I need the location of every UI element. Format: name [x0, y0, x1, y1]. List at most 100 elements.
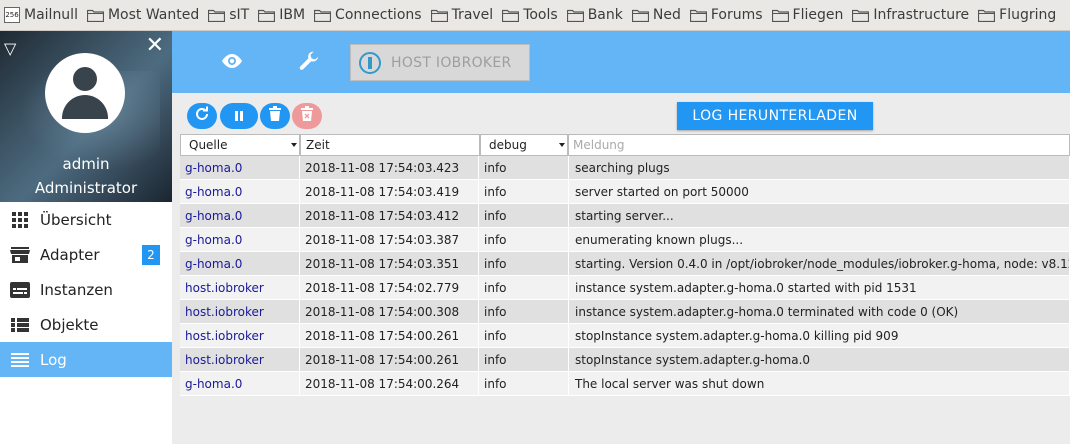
avatar — [45, 53, 125, 133]
message-filter-placeholder: Meldung — [573, 138, 625, 152]
sidebar-item-instances[interactable]: Instanzen — [0, 272, 172, 307]
time-filter-input[interactable]: Zeit — [300, 134, 480, 156]
user-name: admin — [62, 155, 110, 173]
row-source: g-homa.0 — [180, 372, 300, 396]
folder-icon — [314, 9, 332, 22]
trash-forever-icon — [300, 106, 314, 126]
row-source: host.iobroker — [180, 276, 300, 300]
row-message: instance system.adapter.g-homa.0 termina… — [569, 300, 1070, 324]
eye-icon[interactable] — [220, 53, 244, 73]
folder-icon — [631, 9, 649, 22]
table-row: g-homa.0 2018-11-08 17:54:00.264 info Th… — [180, 372, 1070, 396]
row-time: 2018-11-08 17:54:03.351 — [300, 252, 479, 276]
host-label: HOST IOBROKER — [391, 54, 512, 71]
row-message: stopInstance system.adapter.g-homa.0 kil… — [569, 324, 1070, 348]
avatar-body — [62, 95, 108, 119]
instances-icon — [10, 280, 30, 300]
sidebar-item-overview[interactable]: Übersicht — [0, 202, 172, 237]
user-role: Administrator — [34, 179, 138, 197]
row-severity: info — [479, 252, 569, 276]
close-icon[interactable]: ✕ — [146, 35, 164, 57]
adapter-count-badge: 2 — [142, 245, 160, 265]
table-header: Quelle Zeit debug Meldung — [180, 134, 1070, 156]
row-severity: info — [479, 204, 569, 228]
wrench-icon[interactable] — [297, 50, 321, 78]
bookmark-folder[interactable]: Ned — [631, 7, 681, 23]
bookmark-folder[interactable]: sIT — [208, 7, 249, 23]
sidebar-item-label: Instanzen — [40, 280, 113, 299]
severity-filter-select[interactable]: debug — [480, 134, 568, 156]
row-time: 2018-11-08 17:54:00.261 — [300, 324, 479, 348]
bookmark-folder[interactable]: Most Wanted — [86, 7, 199, 23]
clear-log-button[interactable] — [260, 103, 290, 129]
row-time: 2018-11-08 17:54:03.419 — [300, 180, 479, 204]
row-severity: info — [479, 276, 569, 300]
bookmark-label: Travel — [451, 7, 494, 23]
row-source: g-homa.0 — [180, 252, 300, 276]
row-source: g-homa.0 — [180, 228, 300, 252]
source-filter-select[interactable]: Quelle — [180, 134, 300, 156]
pause-icon — [233, 107, 245, 126]
256-icon: 256 — [4, 7, 20, 23]
sidebar-item-adapter[interactable]: Adapter 2 — [0, 237, 172, 272]
row-source: g-homa.0 — [180, 180, 300, 204]
bookmark-folder[interactable]: Travel — [430, 7, 494, 23]
bookmark-folder[interactable]: Infrastructure — [852, 7, 969, 23]
bookmark-label: Fliegen — [792, 7, 844, 23]
delete-log-file-button[interactable] — [292, 103, 322, 129]
bookmark-folder[interactable]: Connections — [314, 7, 422, 23]
sidebar-item-label: Adapter — [40, 245, 100, 264]
bookmark-label: Connections — [335, 7, 422, 23]
table-body: g-homa.0 2018-11-08 17:54:03.423 info se… — [180, 156, 1070, 396]
folder-icon — [502, 9, 520, 22]
bookmark-label: sIT — [229, 7, 250, 23]
source-filter-label: Quelle — [189, 138, 228, 152]
row-message: enumerating known plugs... — [569, 228, 1070, 252]
bookmark-folder[interactable]: Forums — [689, 7, 763, 23]
bookmark-folder[interactable]: Tools — [502, 7, 558, 23]
table-row: host.iobroker 2018-11-08 17:54:00.261 in… — [180, 348, 1070, 372]
list-icon — [10, 315, 30, 335]
row-message: starting server... — [569, 204, 1070, 228]
row-message: searching plugs — [569, 156, 1070, 180]
sidebar-item-log[interactable]: Log — [0, 342, 172, 377]
download-log-button[interactable]: LOG HERUNTERLADEN — [677, 102, 873, 130]
time-filter-label: Zeit — [306, 138, 330, 152]
bookmark-mailnull[interactable]: 256 Mailnull — [4, 7, 78, 23]
sidebar-item-label: Übersicht — [40, 210, 112, 229]
bookmark-folder[interactable]: IBM — [258, 7, 305, 23]
bookmark-folder[interactable]: Flugring — [978, 7, 1056, 23]
row-time: 2018-11-08 17:54:03.423 — [300, 156, 479, 180]
bookmark-folder[interactable]: Bank — [566, 7, 623, 23]
row-time: 2018-11-08 17:54:02.779 — [300, 276, 479, 300]
folder-icon — [430, 9, 448, 22]
row-source: g-homa.0 — [180, 156, 300, 180]
table-row: host.iobroker 2018-11-08 17:54:00.308 in… — [180, 300, 1070, 324]
row-severity: info — [479, 324, 569, 348]
bookmarks-bar: 256 Mailnull Most Wanted sIT IBM Connect… — [0, 0, 1070, 31]
sidebar-item-label: Log — [40, 350, 67, 369]
bookmark-label: Infrastructure — [873, 7, 970, 23]
lines-icon — [10, 350, 30, 370]
row-source: host.iobroker — [180, 348, 300, 372]
iobroker-host-icon — [359, 51, 381, 74]
refresh-button[interactable] — [187, 103, 217, 129]
host-selector-button[interactable]: HOST IOBROKER — [350, 44, 530, 81]
bookmark-folder[interactable]: Fliegen — [771, 7, 844, 23]
iobroker-logo-icon[interactable]: ▽ — [4, 39, 16, 58]
row-source: host.iobroker — [180, 300, 300, 324]
message-filter-input[interactable]: Meldung — [568, 134, 1070, 156]
severity-filter-label: debug — [489, 138, 527, 152]
folder-icon — [208, 9, 226, 22]
folder-icon — [771, 9, 789, 22]
folder-icon — [978, 9, 996, 22]
table-row: host.iobroker 2018-11-08 17:54:02.779 in… — [180, 276, 1070, 300]
sidebar: ▽ ✕ admin Administrator Übersicht Adapte… — [0, 31, 172, 444]
table-row: g-homa.0 2018-11-08 17:54:03.351 info st… — [180, 252, 1070, 276]
sidebar-item-objects[interactable]: Objekte — [0, 307, 172, 342]
row-severity: info — [479, 300, 569, 324]
row-time: 2018-11-08 17:54:00.264 — [300, 372, 479, 396]
pause-button[interactable] — [220, 103, 258, 129]
row-message: stopInstance system.adapter.g-homa.0 — [569, 348, 1070, 372]
store-icon — [10, 245, 30, 265]
